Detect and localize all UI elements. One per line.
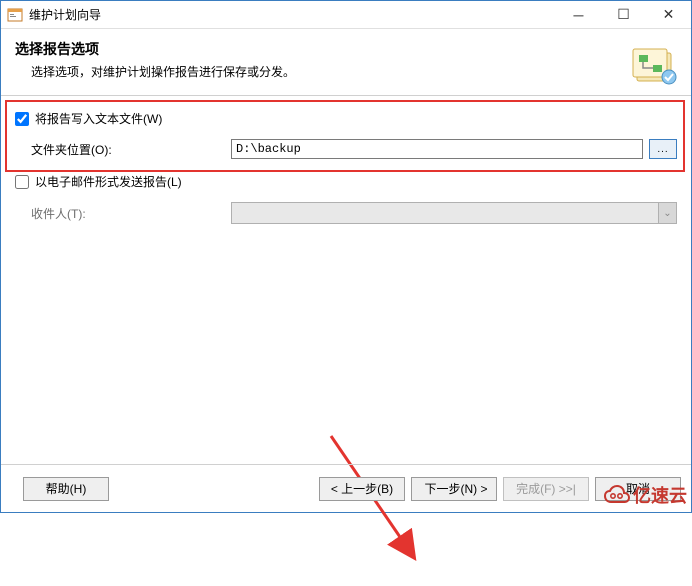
email-section: 以电子邮件形式发送报告(L) 收件人(T): ⌄ [1, 165, 691, 230]
window-title: 维护计划向导 [29, 6, 556, 23]
write-file-label: 将报告写入文本文件(W) [35, 110, 162, 127]
help-button[interactable]: 帮助(H) [23, 477, 109, 501]
wizard-icon [629, 39, 677, 87]
maximize-button[interactable]: ☐ [601, 1, 646, 29]
titlebar: 维护计划向导 ─ ☐ ✕ [1, 1, 691, 29]
wizard-window: 维护计划向导 ─ ☐ ✕ 选择报告选项 选择选项，对维护计划操作报告进行保存或分… [0, 0, 692, 513]
window-controls: ─ ☐ ✕ [556, 1, 691, 29]
page-title: 选择报告选项 [15, 39, 629, 59]
minimize-button[interactable]: ─ [556, 1, 601, 29]
cancel-button[interactable]: 取消 [595, 477, 681, 501]
back-button[interactable]: < 上一步(B) [319, 477, 405, 501]
chevron-down-icon: ⌄ [663, 208, 671, 219]
recipient-label: 收件人(T): [31, 205, 231, 222]
wizard-footer: 帮助(H) < 上一步(B) 下一步(N) > 完成(F) >>| 取消 [1, 464, 691, 512]
page-description: 选择选项，对维护计划操作报告进行保存或分发。 [15, 63, 629, 80]
email-report-label: 以电子邮件形式发送报告(L) [35, 173, 182, 190]
recipient-input [231, 202, 659, 224]
folder-location-input[interactable] [231, 139, 643, 159]
write-file-checkbox[interactable] [15, 112, 29, 126]
wizard-header: 选择报告选项 选择选项，对维护计划操作报告进行保存或分发。 [1, 29, 691, 96]
folder-location-label: 文件夹位置(O): [31, 141, 231, 158]
finish-button: 完成(F) >>| [503, 477, 589, 501]
close-button[interactable]: ✕ [646, 1, 691, 29]
content-area: 将报告写入文本文件(W) 文件夹位置(O): ... 以电子邮件形式发送报告(L… [1, 96, 691, 230]
browse-button[interactable]: ... [649, 139, 677, 159]
recipient-dropdown-button: ⌄ [659, 202, 677, 224]
next-button[interactable]: 下一步(N) > [411, 477, 497, 501]
email-report-checkbox[interactable] [15, 175, 29, 189]
write-file-section: 将报告写入文本文件(W) 文件夹位置(O): ... [1, 96, 691, 165]
app-icon [7, 7, 23, 23]
